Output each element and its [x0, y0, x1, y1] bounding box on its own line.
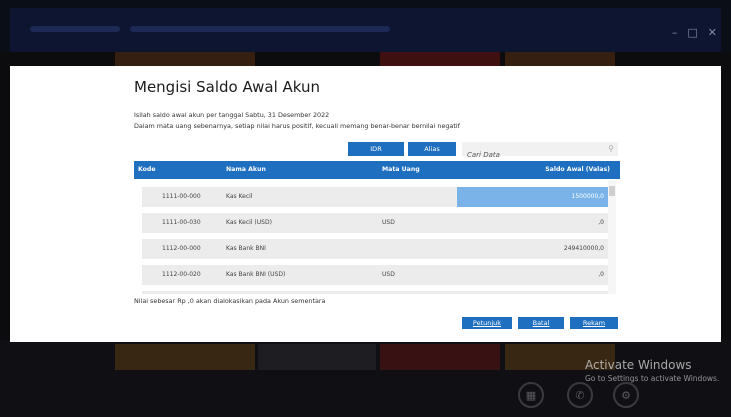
cancel-button[interactable]: Batal — [518, 317, 564, 329]
background-window-controls: – □ ✕ — [672, 26, 717, 39]
cell-name: Kas Kecil (USD) — [226, 219, 272, 226]
dialog-title: Mengisi Saldo Awal Akun — [134, 78, 321, 96]
cell-balance[interactable]: ,0 — [598, 219, 604, 226]
balance-cell-active[interactable]: 1500000,0 — [457, 187, 608, 207]
alias-button[interactable]: Alias — [408, 142, 456, 156]
settings-icon: ⚙ — [613, 382, 639, 408]
dialog-description-date: Isilah saldo awal akun per tanggal Sabtu… — [134, 111, 330, 119]
alias-button-label: Alias — [424, 145, 440, 153]
table-row[interactable]: 1111-00-030 Kas Kecil (USD) USD ,0 — [142, 213, 608, 233]
activation-watermark: Activate Windows Go to Settings to activ… — [585, 358, 719, 383]
cell-currency: USD — [382, 219, 395, 226]
cell-name: Kas Kecil — [226, 193, 253, 200]
close-icon: ✕ — [707, 26, 717, 39]
cell-name: Kas Bank BNI — [226, 245, 266, 252]
column-header-balance[interactable]: Saldo Awal (Valas) — [545, 166, 610, 173]
cell-name: Kas Bank BNI (USD) — [226, 271, 286, 278]
cell-code: 1112-00-000 — [162, 245, 201, 252]
scrollbar-thumb[interactable] — [609, 186, 615, 196]
cell-balance[interactable]: 249410000,0 — [564, 245, 604, 252]
cell-balance: 1500000,0 — [571, 193, 604, 200]
background-blur-text — [30, 26, 120, 32]
cell-balance[interactable]: ,0 — [598, 271, 604, 278]
background-blur-text — [130, 26, 390, 32]
minimize-icon: – — [671, 26, 678, 39]
cell-code: 1111-00-030 — [162, 219, 201, 226]
footer-note: Nilai sebesar Rp ,0 akan dialokasikan pa… — [134, 297, 326, 305]
cell-code: 1112-00-020 — [162, 271, 201, 278]
cell-currency: USD — [382, 271, 395, 278]
save-button-label: Rekam — [582, 319, 606, 327]
column-header-name[interactable]: Nama Akun — [226, 166, 266, 173]
cell-code: 1111-00-000 — [162, 193, 201, 200]
background-tile — [380, 344, 500, 370]
help-button[interactable]: Petunjuk — [462, 317, 512, 329]
watermark-subtitle: Go to Settings to activate Windows. — [585, 374, 720, 383]
background-app-header: – □ ✕ — [0, 0, 731, 52]
idr-button[interactable]: IDR — [348, 142, 404, 156]
table-row[interactable]: 1112-00-000 Kas Bank BNI 249410000,0 — [142, 239, 608, 259]
help-button-label: Petunjuk — [472, 319, 502, 327]
background-tile — [258, 344, 376, 370]
search-box: ⚲ — [462, 142, 618, 162]
opening-balance-dialog: Mengisi Saldo Awal Akun Isilah saldo awa… — [10, 66, 721, 342]
column-header-code[interactable]: Kode — [138, 166, 156, 173]
table-row[interactable]: 1112-00-020 Kas Bank BNI (USD) USD ,0 — [142, 265, 608, 285]
dialog-description-rule: Dalam mata uang sebenarnya, setiap nilai… — [134, 122, 460, 130]
save-button[interactable]: Rekam — [570, 317, 618, 329]
phone-icon: ✆ — [567, 382, 593, 408]
search-input[interactable] — [462, 148, 599, 162]
search-icon[interactable]: ⚲ — [608, 144, 614, 153]
maximize-icon: □ — [687, 26, 698, 39]
calculator-icon: ▦ — [518, 382, 544, 408]
column-header-currency[interactable]: Mata Uang — [382, 166, 420, 173]
table-header: Kode Nama Akun Mata Uang Saldo Awal (Val… — [134, 161, 620, 179]
table-row[interactable]: 1111-00-000 Kas Kecil 1500000,0 — [142, 187, 608, 207]
idr-button-label: IDR — [370, 145, 382, 153]
cancel-button-label: Batal — [532, 319, 550, 327]
accounts-table: 1111-00-000 Kas Kecil 1500000,0 1111-00-… — [134, 180, 620, 294]
watermark-title: Activate Windows — [585, 358, 692, 372]
table-scrollbar[interactable] — [608, 180, 616, 294]
background-tile — [115, 344, 255, 370]
table-row[interactable] — [142, 291, 608, 294]
